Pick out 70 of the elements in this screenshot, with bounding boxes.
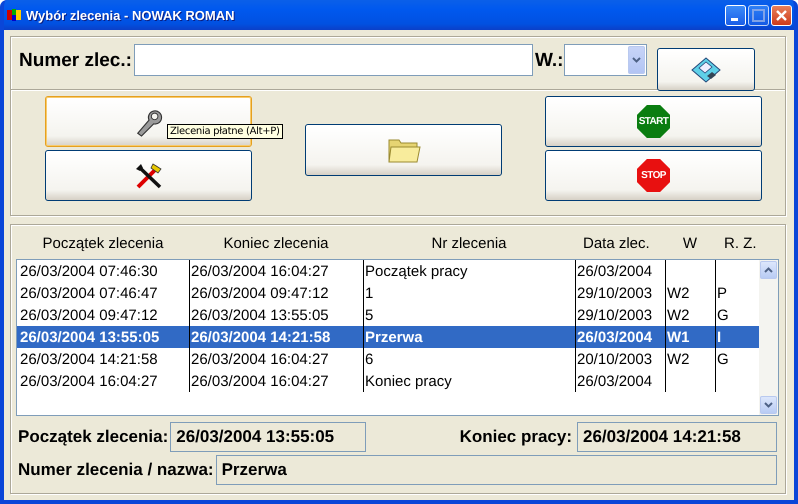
table-cell: G bbox=[717, 306, 729, 324]
table-cell: 26/03/2004 13:55:05 bbox=[191, 306, 329, 324]
table-cell: G bbox=[717, 350, 729, 368]
table-cell: 26/03/2004 16:04:27 bbox=[191, 262, 329, 280]
tooltip: Zlecenia płatne (Alt+P) bbox=[167, 124, 283, 139]
column-header[interactable]: Początek zlecenia bbox=[17, 235, 189, 252]
table-cell: 26/03/2004 09:47:12 bbox=[191, 284, 329, 302]
order-name-value: Przerwa bbox=[216, 455, 777, 485]
work-end-value: 26/03/2004 14:21:58 bbox=[577, 422, 777, 452]
maximize-button[interactable] bbox=[748, 4, 769, 26]
column-header[interactable]: W bbox=[665, 235, 715, 252]
table-cell: 29/10/2003 bbox=[577, 306, 652, 324]
minimize-icon bbox=[730, 18, 738, 20]
tools-button[interactable] bbox=[45, 150, 252, 201]
table-cell: 1 bbox=[365, 284, 374, 302]
table-cell: W1 bbox=[667, 328, 690, 346]
order-row[interactable]: 26/03/2004 07:46:30 26/03/2004 16:04:27 Początek pracy 26/03/2004 bbox=[17, 260, 759, 282]
close-icon bbox=[776, 10, 787, 20]
order-row[interactable]: 26/03/2004 13:55:05 26/03/2004 14:21:58 Przerwa 26/03/2004 W1 I bbox=[17, 326, 759, 348]
table-cell: 26/03/2004 bbox=[577, 372, 652, 390]
order-number-label: Numer zlec.: bbox=[19, 50, 132, 72]
minimize-button[interactable] bbox=[725, 4, 746, 26]
table-cell: 5 bbox=[365, 306, 374, 324]
table-cell: P bbox=[717, 284, 728, 302]
work-end-label: Koniec pracy: bbox=[460, 427, 572, 447]
table-cell: 26/03/2004 09:47:12 bbox=[20, 306, 158, 324]
table-cell: W2 bbox=[667, 284, 690, 302]
scroll-up-icon bbox=[764, 267, 773, 273]
window-title: Wybór zlecenia - NOWAK ROMAN bbox=[26, 8, 236, 22]
table-cell: I bbox=[717, 328, 722, 346]
table-cell: 29/10/2003 bbox=[577, 284, 652, 302]
order-row[interactable]: 26/03/2004 14:21:58 26/03/2004 16:04:27 6 20/10/2003 W2 G bbox=[17, 348, 759, 370]
table-cell: 26/03/2004 07:46:30 bbox=[20, 262, 158, 280]
table-cell: W2 bbox=[667, 306, 690, 324]
column-header[interactable]: R. Z. bbox=[715, 235, 757, 252]
column-header[interactable]: Data zlec. bbox=[575, 235, 665, 252]
folder-button[interactable] bbox=[305, 124, 502, 176]
save-button[interactable] bbox=[657, 48, 756, 91]
table-cell: 26/03/2004 07:46:47 bbox=[20, 284, 158, 302]
order-number-field[interactable] bbox=[134, 44, 533, 76]
start-button[interactable]: START bbox=[545, 96, 762, 147]
table-cell: 26/03/2004 16:04:27 bbox=[191, 372, 329, 390]
table-cell: 20/10/2003 bbox=[577, 350, 652, 368]
order-row[interactable]: 26/03/2004 07:46:47 26/03/2004 09:47:12 1 29/10/2003 W2 P bbox=[17, 282, 759, 304]
w-dropdown[interactable] bbox=[564, 44, 648, 76]
stop-button[interactable]: STOP bbox=[545, 150, 762, 201]
table-cell: 26/03/2004 16:04:27 bbox=[191, 350, 329, 368]
order-start-label: Początek zlecenia: bbox=[18, 427, 168, 447]
w-label: W.: bbox=[534, 50, 564, 72]
column-header[interactable]: Nr zlecenia bbox=[363, 235, 575, 252]
app-icon bbox=[6, 7, 22, 23]
table-cell: Początek pracy bbox=[365, 262, 468, 280]
order-name-label: Numer zlecenia / nazwa: bbox=[18, 460, 214, 480]
table-cell: 26/03/2004 bbox=[577, 262, 652, 280]
column-header[interactable]: Koniec zlecenia bbox=[189, 235, 363, 252]
order-start-value: 26/03/2004 13:55:05 bbox=[170, 422, 366, 452]
table-cell: 6 bbox=[365, 350, 374, 368]
table-cell: 26/03/2004 14:21:58 bbox=[191, 328, 330, 346]
scrollbar[interactable] bbox=[759, 260, 778, 415]
table-cell: Koniec pracy bbox=[365, 372, 452, 390]
table-cell: Przerwa bbox=[365, 328, 423, 346]
table-cell: 26/03/2004 14:21:58 bbox=[20, 350, 158, 368]
table-cell: 26/03/2004 16:04:27 bbox=[20, 372, 158, 390]
table-cell: 26/03/2004 13:55:05 bbox=[20, 328, 160, 346]
maximize-icon bbox=[752, 8, 765, 22]
scroll-down-icon bbox=[764, 402, 773, 408]
close-button[interactable] bbox=[771, 4, 792, 26]
order-row[interactable]: 26/03/2004 16:04:27 26/03/2004 16:04:27 Koniec pracy 26/03/2004 bbox=[17, 370, 759, 392]
table-cell: 26/03/2004 bbox=[577, 328, 652, 346]
table-cell: W2 bbox=[667, 350, 690, 368]
